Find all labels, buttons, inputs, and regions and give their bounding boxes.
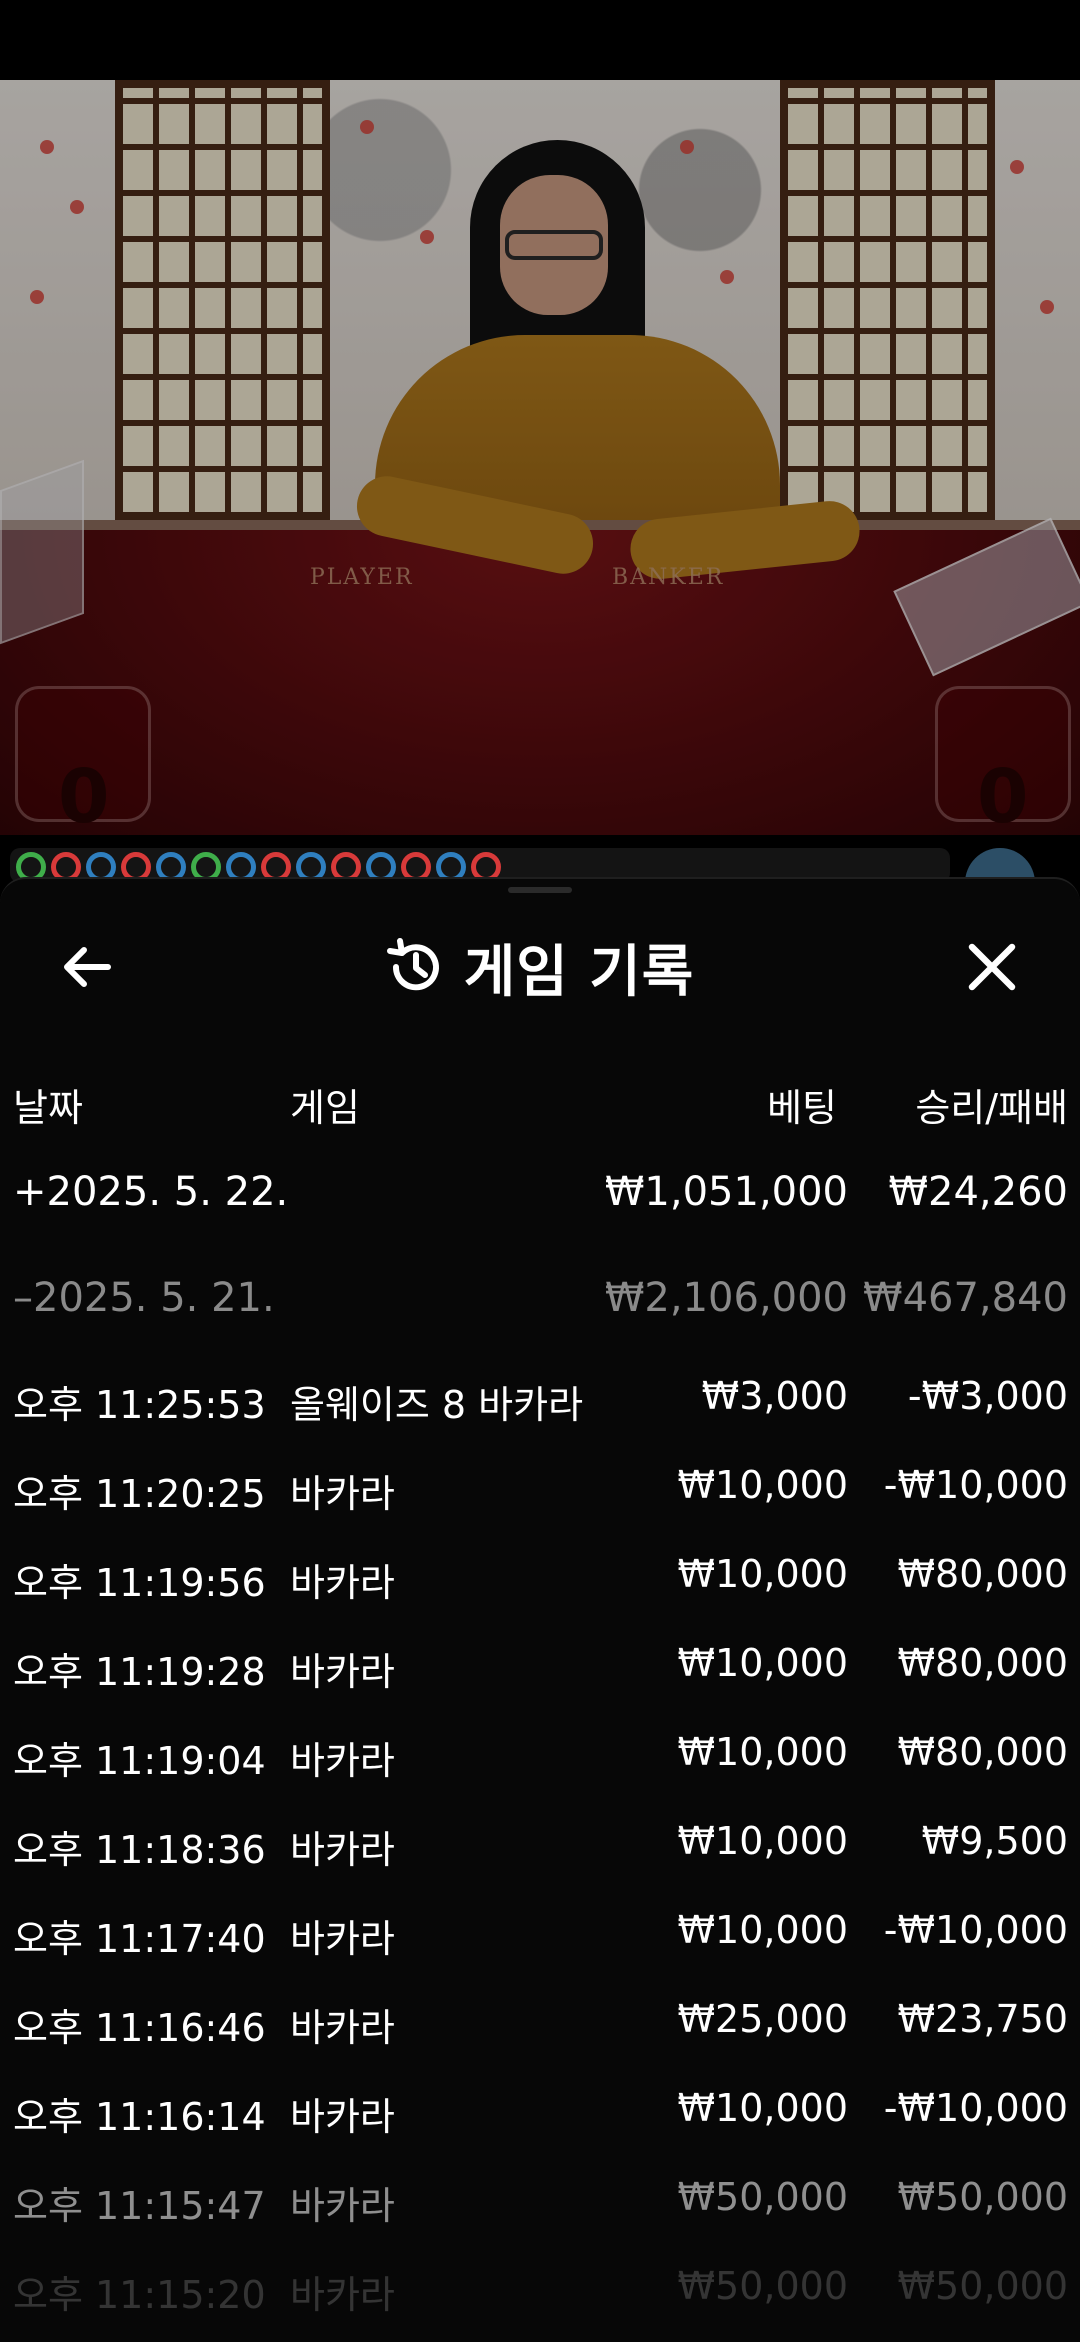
live-video: PLAYER BANKER 0 0 xyxy=(0,80,1080,835)
row-result: ₩9,500 xyxy=(921,1819,1068,1863)
close-icon xyxy=(968,943,1016,991)
day-result: ₩24,260 xyxy=(888,1169,1068,1215)
expand-toggle[interactable]: + xyxy=(13,1169,47,1215)
col-bet: 베팅 xyxy=(767,1086,837,1130)
row-result: -₩10,000 xyxy=(883,1908,1068,1952)
row-time: 오후 11:20:25 xyxy=(13,1472,266,1516)
row-game: 바카라 xyxy=(290,1917,395,1961)
header: 게임 기록 xyxy=(0,932,1080,1005)
collapse-toggle[interactable]: – xyxy=(13,1275,33,1321)
col-result: 승리/패배 xyxy=(915,1086,1068,1130)
row-result: ₩80,000 xyxy=(897,1730,1068,1774)
row-game: 바카라 xyxy=(290,1828,395,1872)
day-result: ₩467,840 xyxy=(863,1275,1068,1321)
day-bet: ₩2,106,000 xyxy=(604,1275,848,1321)
row-result: ₩23,750 xyxy=(897,1997,1068,2041)
day-date: 2025. 5. 21. xyxy=(33,1275,275,1321)
row-time: 오후 11:25:53 xyxy=(13,1383,266,1427)
row-time: 오후 11:17:40 xyxy=(13,1917,266,1961)
row-bet: ₩25,000 xyxy=(677,1997,848,2041)
row-game: 바카라 xyxy=(290,2095,395,2139)
game-history-panel: 게임 기록 날짜 게임 베팅 승리/패배 +2025. 5. 22. ₩1,05… xyxy=(0,877,1080,2342)
row-result: -₩10,000 xyxy=(883,2086,1068,2130)
row-bet: ₩10,000 xyxy=(677,1552,848,1596)
row-bet: ₩10,000 xyxy=(677,1819,848,1863)
row-game: 올웨이즈 8 바카라 xyxy=(290,1383,584,1427)
row-result: ₩80,000 xyxy=(897,1641,1068,1685)
row-game: 바카라 xyxy=(290,2184,395,2228)
row-bet: ₩50,000 xyxy=(677,2264,848,2308)
row-time: 오후 11:15:47 xyxy=(13,2184,266,2228)
row-bet: ₩10,000 xyxy=(677,1908,848,1952)
row-bet: ₩10,000 xyxy=(677,1463,848,1507)
row-time: 오후 11:16:46 xyxy=(13,2006,266,2050)
row-game: 바카라 xyxy=(290,2273,395,2317)
row-time: 오후 11:19:56 xyxy=(13,1561,266,1605)
day-date: 2025. 5. 22. xyxy=(46,1169,289,1215)
row-result: ₩50,000 xyxy=(897,2264,1068,2308)
drag-handle[interactable] xyxy=(508,887,572,893)
row-game: 바카라 xyxy=(290,1739,395,1783)
row-time: 오후 11:19:04 xyxy=(13,1739,266,1783)
row-time: 오후 11:18:36 xyxy=(13,1828,266,1872)
status-bar xyxy=(0,0,1080,80)
row-result: ₩50,000 xyxy=(897,2175,1068,2219)
row-bet: ₩10,000 xyxy=(677,1641,848,1685)
row-game: 바카라 xyxy=(290,1472,395,1516)
row-time: 오후 11:19:28 xyxy=(13,1650,266,1694)
row-result: -₩3,000 xyxy=(907,1374,1068,1418)
row-time: 오후 11:16:14 xyxy=(13,2095,266,2139)
row-time: 오후 11:15:20 xyxy=(13,2273,266,2317)
row-bet: ₩3,000 xyxy=(701,1374,848,1418)
back-button[interactable] xyxy=(52,932,122,1002)
banker-score: 0 xyxy=(977,754,1029,835)
player-score: 0 xyxy=(58,754,110,835)
col-date: 날짜 xyxy=(13,1086,83,1130)
row-game: 바카라 xyxy=(290,1650,395,1694)
arrow-left-icon xyxy=(64,947,111,987)
row-bet: ₩50,000 xyxy=(677,2175,848,2219)
history-icon xyxy=(386,938,439,991)
close-button[interactable] xyxy=(957,932,1027,1002)
row-game: 바카라 xyxy=(290,1561,395,1605)
col-game: 게임 xyxy=(290,1086,360,1130)
row-game: 바카라 xyxy=(290,2006,395,2050)
row-result: -₩10,000 xyxy=(883,1463,1068,1507)
page-title: 게임 기록 xyxy=(463,939,695,1005)
row-bet: ₩10,000 xyxy=(677,2086,848,2130)
row-bet: ₩10,000 xyxy=(677,1730,848,1774)
day-bet: ₩1,051,000 xyxy=(604,1169,848,1215)
row-result: ₩80,000 xyxy=(897,1552,1068,1596)
